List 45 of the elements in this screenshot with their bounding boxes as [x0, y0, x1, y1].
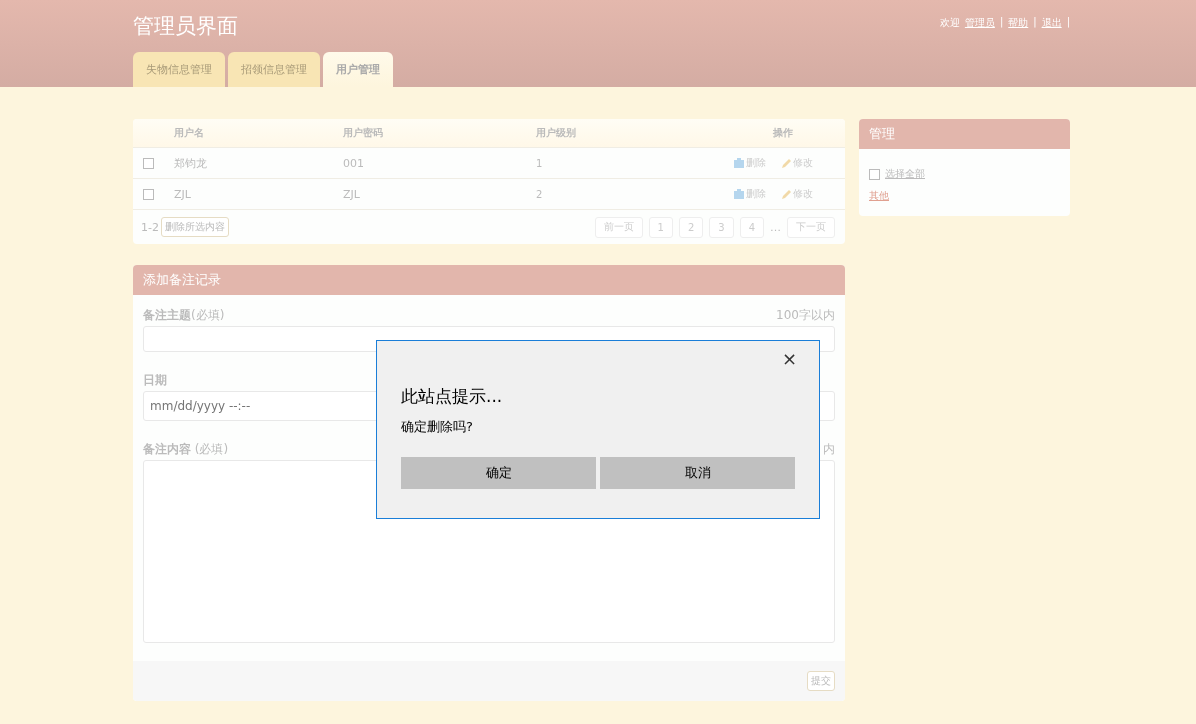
table-cell-text: ZJL — [343, 187, 361, 201]
separator: | — [1033, 16, 1037, 30]
header-link[interactable]: 管理员 — [964, 16, 995, 30]
panel-title: 管理 — [859, 119, 1070, 149]
record-range: 1-2 — [141, 220, 159, 234]
field-label: 备注主题(必填) — [143, 307, 225, 324]
char-limit: 内 — [823, 441, 835, 458]
table-cell-text: 2 — [536, 188, 544, 200]
other-link[interactable]: 其他 — [869, 189, 889, 203]
tab[interactable]: 失物信息管理 — [133, 52, 225, 87]
dialog-button[interactable]: 确定 — [401, 457, 596, 489]
tab[interactable]: 用户管理 — [323, 52, 393, 87]
table-cell-text: 郑钧龙 — [174, 155, 208, 171]
submit-button[interactable]: 提交 — [807, 671, 835, 691]
dialog-message: 确定删除吗? — [401, 418, 474, 436]
column-header: 操作 — [772, 126, 794, 140]
select-all-link[interactable]: 选择全部 — [885, 167, 925, 181]
char-limit: 100字以内 — [776, 307, 835, 324]
separator: | — [1066, 16, 1070, 30]
delete-selected-button[interactable]: 删除所选内容 — [160, 217, 229, 237]
field-label: 日期 — [143, 372, 167, 389]
checkbox[interactable] — [143, 188, 154, 200]
table-cell-text: ZJL — [174, 187, 192, 201]
field-label: 备注内容 (必填) — [143, 441, 229, 458]
trash-icon — [733, 188, 745, 200]
pencil-icon — [780, 157, 792, 169]
tab[interactable]: 招领信息管理 — [228, 52, 320, 87]
trash-icon — [733, 157, 745, 169]
checkbox[interactable] — [869, 168, 880, 180]
welcome-text: 欢迎 — [939, 16, 960, 30]
table-cell-text: 1 — [536, 157, 544, 169]
checkbox[interactable] — [143, 157, 154, 169]
panel-title: 添加备注记录 — [133, 265, 845, 295]
dialog-title: 此站点提示... — [401, 385, 504, 408]
header-link[interactable]: 退出 — [1041, 16, 1062, 30]
column-header: 用户密码 — [343, 126, 384, 140]
page-title: 管理员界面 — [133, 13, 238, 40]
pencil-icon — [780, 188, 792, 200]
separator: | — [999, 16, 1004, 30]
dialog-button[interactable]: 取消 — [600, 457, 795, 489]
table-cell-text: 001 — [343, 156, 365, 170]
ellipsis: … — [770, 220, 781, 234]
column-header: 用户名 — [174, 126, 205, 140]
column-header: 用户级别 — [536, 126, 577, 140]
header-link[interactable]: 帮助 — [1008, 16, 1029, 30]
